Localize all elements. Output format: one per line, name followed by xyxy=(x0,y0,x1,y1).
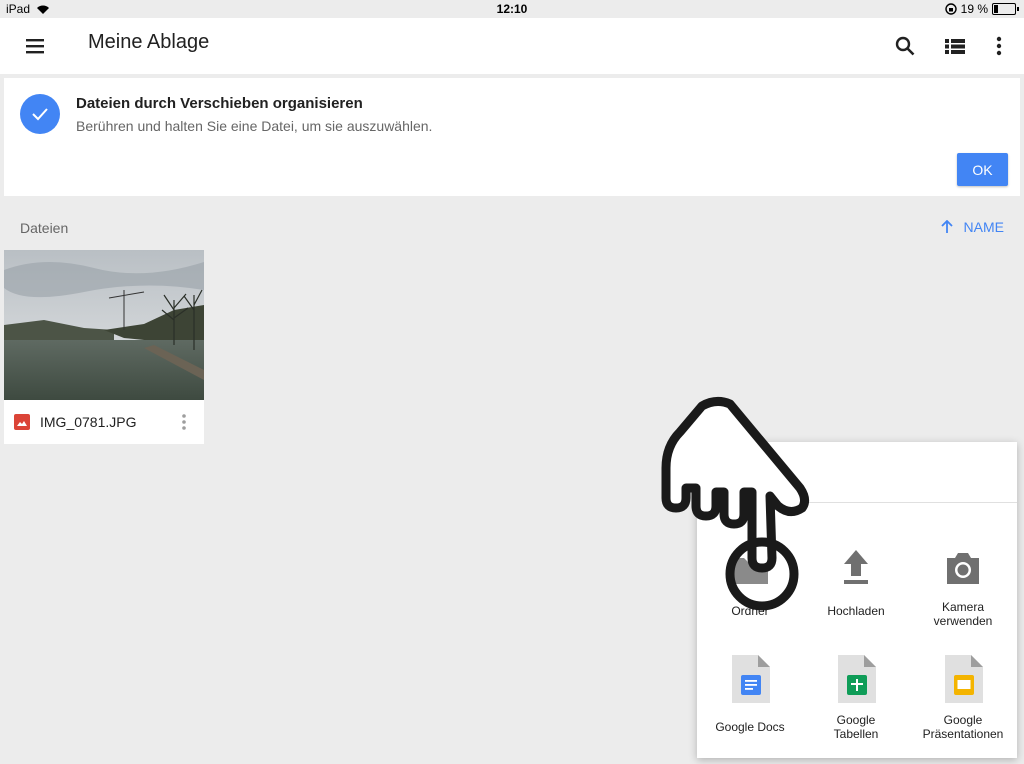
new-folder-option[interactable]: Ordner xyxy=(700,546,800,618)
image-file-icon xyxy=(14,414,30,430)
tip-banner: Dateien durch Verschieben organisieren B… xyxy=(4,78,1020,196)
check-circle-icon xyxy=(20,94,60,134)
google-slides-option[interactable]: Google Präsentationen xyxy=(913,655,1013,741)
more-vert-icon xyxy=(996,36,1002,56)
banner-subtitle: Berühren und halten Sie eine Datei, um s… xyxy=(76,118,433,134)
sort-label: NAME xyxy=(963,219,1004,235)
google-sheets-icon xyxy=(838,655,876,703)
upload-option[interactable]: Hochladen xyxy=(806,546,906,618)
more-options-button[interactable] xyxy=(983,30,1015,62)
orientation-lock-icon xyxy=(944,3,957,15)
battery-percent: 19 % xyxy=(960,2,988,16)
status-bar: iPad 12:10 19 % xyxy=(0,0,1024,18)
google-docs-icon xyxy=(732,655,770,703)
option-label: Google Docs xyxy=(715,720,785,734)
google-sheets-option[interactable]: Google Tabellen xyxy=(806,655,906,741)
app-bar: Meine Ablage xyxy=(0,18,1024,74)
folder-icon xyxy=(726,546,774,594)
upload-icon xyxy=(832,546,880,594)
camera-option[interactable]: Kamera verwenden xyxy=(913,546,1013,628)
menu-button[interactable] xyxy=(22,34,48,58)
more-vert-icon xyxy=(182,414,186,430)
divider xyxy=(697,502,1017,503)
list-view-icon xyxy=(945,39,965,54)
option-label: Ordner xyxy=(731,604,769,618)
search-button[interactable] xyxy=(889,30,921,62)
search-icon xyxy=(895,36,915,56)
files-section-label: Dateien xyxy=(20,220,69,236)
banner-title: Dateien durch Verschieben organisieren xyxy=(76,95,363,112)
file-thumbnail xyxy=(4,250,204,400)
file-name: IMG_0781.JPG xyxy=(40,414,137,430)
option-label-2: Präsentationen xyxy=(922,727,1004,741)
file-more-button[interactable] xyxy=(176,411,192,433)
ok-button[interactable]: OK xyxy=(957,153,1008,186)
option-label-2: verwenden xyxy=(933,614,993,628)
google-docs-option[interactable]: Google Docs xyxy=(700,655,800,734)
page-title: Meine Ablage xyxy=(88,31,210,53)
sheet-title: Neu xyxy=(721,467,747,483)
arrow-up-icon xyxy=(940,220,953,233)
option-label-2: Tabellen xyxy=(833,727,879,741)
hamburger-menu-icon xyxy=(26,39,44,54)
option-label: Google xyxy=(836,713,876,727)
status-time: 12:10 xyxy=(496,2,528,16)
file-card[interactable]: IMG_0781.JPG xyxy=(4,250,204,444)
option-label: Kamera xyxy=(941,600,985,614)
google-slides-icon xyxy=(945,655,983,703)
new-item-sheet: Neu Ordner Hochladen Kamera verwenden Go… xyxy=(697,442,1017,758)
option-label: Hochladen xyxy=(827,604,885,618)
battery-icon xyxy=(992,3,1019,15)
option-label: Google xyxy=(943,713,983,727)
list-view-button[interactable] xyxy=(939,30,971,62)
camera-icon xyxy=(939,546,987,594)
sort-by-name-button[interactable]: NAME xyxy=(940,219,1004,235)
